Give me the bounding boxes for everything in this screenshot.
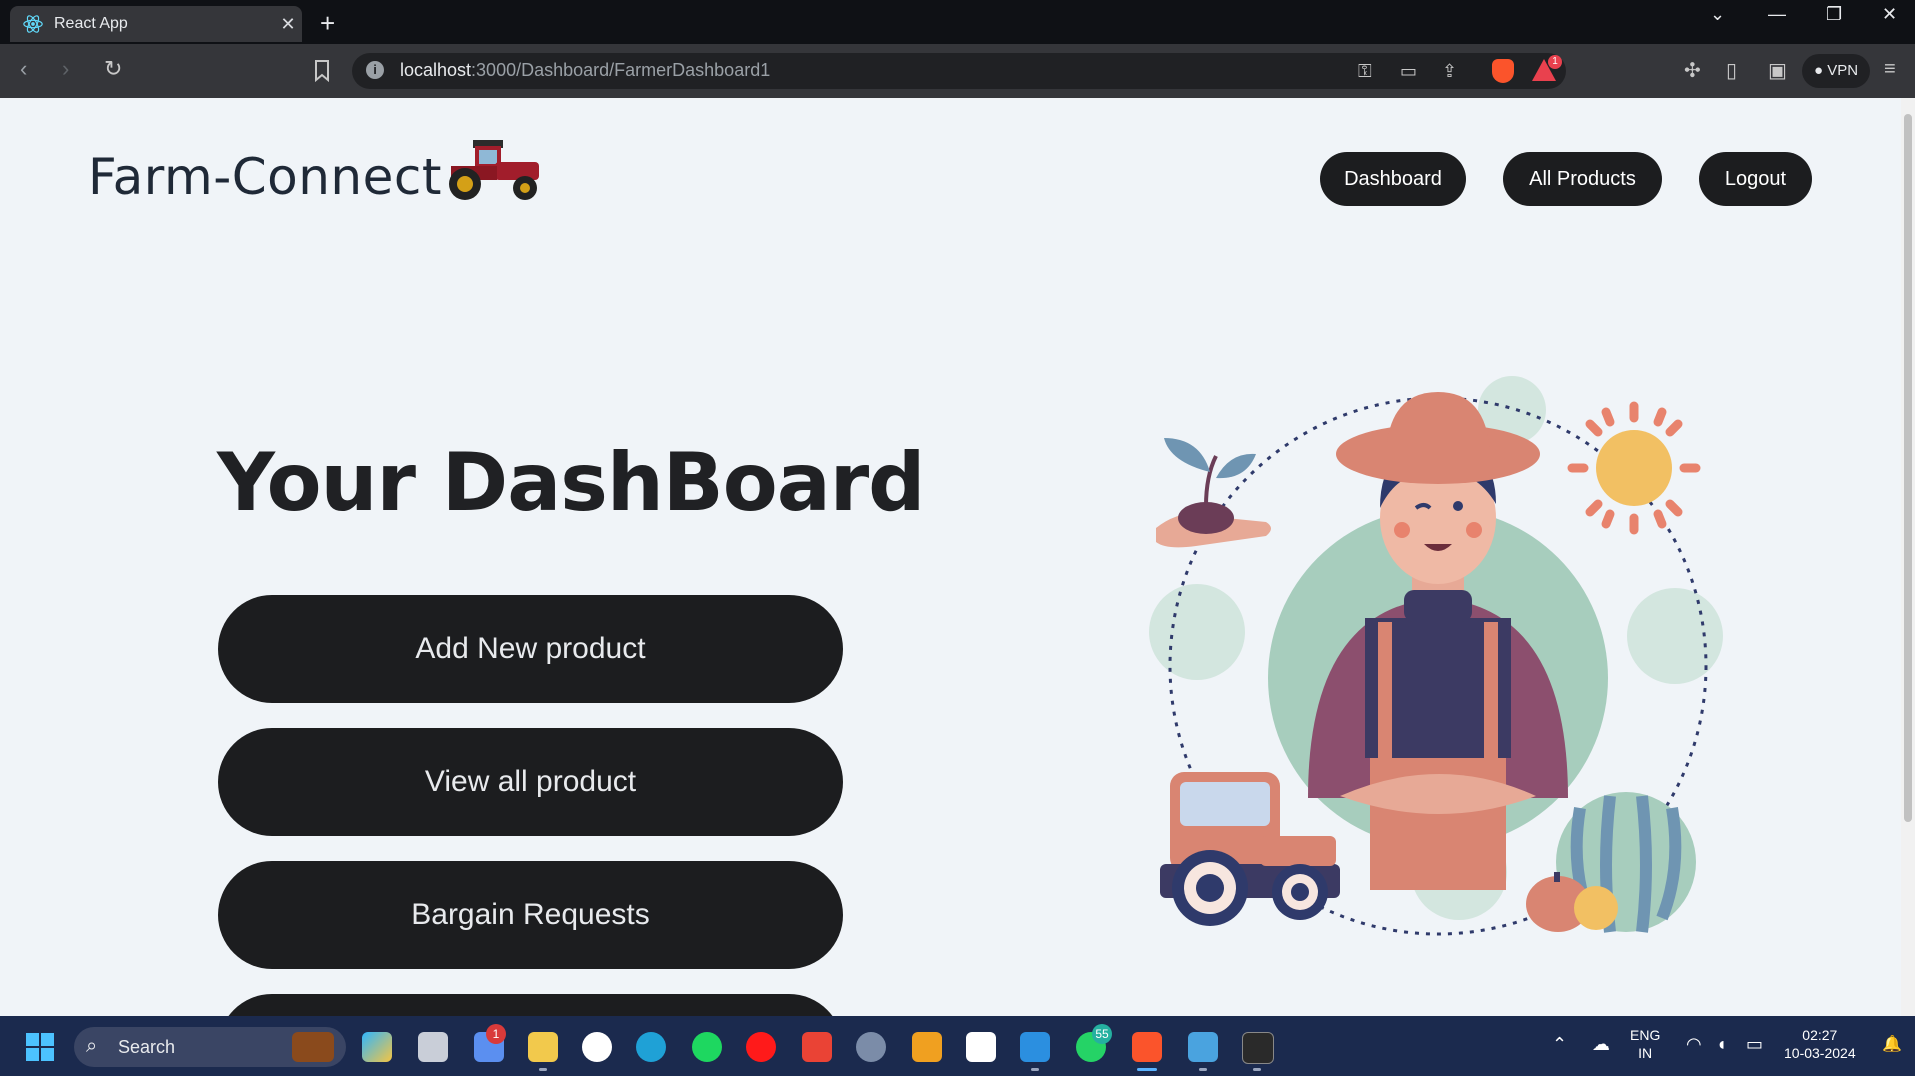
tractor-icon: [449, 140, 539, 200]
edge-icon[interactable]: [636, 1032, 666, 1062]
new-tab-button[interactable]: +: [320, 8, 335, 39]
running-indicator: [1253, 1068, 1261, 1071]
notifications-icon[interactable]: 🔔: [1882, 1034, 1902, 1054]
search-icon: ⌕: [86, 1035, 98, 1057]
cast-icon[interactable]: ▭: [1400, 61, 1417, 82]
settings-icon[interactable]: [856, 1032, 886, 1062]
search-highlight-icon: [292, 1032, 334, 1062]
terminal-icon[interactable]: [1242, 1032, 1274, 1064]
browser-toolbar: ‹ › ↻ i localhost:3000/Dashboard/FarmerD…: [0, 44, 1915, 98]
extensions-icon[interactable]: ✣: [1684, 58, 1701, 83]
onedrive-icon[interactable]: ☁: [1592, 1034, 1610, 1055]
taskbar-search-label: Search: [118, 1037, 176, 1057]
browser-tab[interactable]: React App ✕: [10, 6, 302, 42]
clock[interactable]: 02:27 10-03-2024: [1784, 1026, 1856, 1062]
tab-search-icon[interactable]: ⌄: [1710, 4, 1725, 25]
youtube-music-icon[interactable]: [746, 1032, 776, 1062]
task-view-icon[interactable]: [418, 1032, 448, 1062]
windows-taskbar: ⌕ Search 1 55 ⌃ ☁ ENG IN ◠ ◖ ▭ 02:27 10-03…: [0, 1016, 1915, 1076]
close-window-icon[interactable]: ✕: [1882, 4, 1897, 25]
google-icon[interactable]: [582, 1032, 612, 1062]
running-indicator: [1199, 1068, 1207, 1071]
nav-all-products-button[interactable]: All Products: [1503, 152, 1662, 206]
microsoft-store-icon[interactable]: [912, 1032, 942, 1062]
file-explorer-icon[interactable]: [528, 1032, 558, 1062]
taskbar-search-box[interactable]: ⌕ Search: [74, 1027, 346, 1067]
forward-icon[interactable]: ›: [62, 56, 69, 82]
action-button-4[interactable]: [218, 994, 843, 1016]
page-title: Your DashBoard: [217, 436, 925, 529]
gmail-icon[interactable]: [802, 1032, 832, 1062]
tab-title: React App: [54, 15, 128, 32]
back-icon[interactable]: ‹: [20, 56, 27, 82]
running-indicator: [1031, 1068, 1039, 1071]
notepad-icon[interactable]: [1188, 1032, 1218, 1062]
view-all-product-button[interactable]: View all product: [218, 728, 843, 836]
language-indicator[interactable]: ENG IN: [1630, 1026, 1660, 1062]
nav-dashboard-button[interactable]: Dashboard: [1320, 152, 1466, 206]
show-hidden-icons-icon[interactable]: ⌃: [1552, 1034, 1567, 1055]
weather-badge: 1: [486, 1024, 506, 1044]
reload-icon[interactable]: ↻: [104, 56, 122, 82]
wifi-icon[interactable]: ◠: [1686, 1034, 1702, 1055]
battery-icon[interactable]: ▭: [1746, 1034, 1763, 1055]
plant-in-hand-icon: [1156, 438, 1271, 548]
sidebar-icon[interactable]: ▯: [1726, 58, 1737, 83]
add-new-product-button[interactable]: Add New product: [218, 595, 843, 703]
url-text[interactable]: localhost:3000/Dashboard/FarmerDashboard…: [400, 60, 770, 81]
brave-shields-icon[interactable]: [1492, 59, 1514, 83]
whatsapp-badge: 55: [1092, 1024, 1112, 1044]
nav-logout-button[interactable]: Logout: [1699, 152, 1812, 206]
bookmark-icon[interactable]: [314, 60, 330, 82]
vpn-button[interactable]: ● VPN: [1802, 54, 1870, 88]
volume-icon[interactable]: ◖: [1716, 1034, 1727, 1055]
site-info-icon[interactable]: i: [366, 61, 384, 79]
running-indicator: [539, 1068, 547, 1071]
copilot-icon[interactable]: [362, 1032, 392, 1062]
share-icon[interactable]: ⇪: [1442, 61, 1457, 82]
key-icon[interactable]: ⚿: [1358, 61, 1372, 82]
vscode-icon[interactable]: [1020, 1032, 1050, 1062]
brave-browser-icon[interactable]: [1132, 1032, 1162, 1062]
minimize-icon[interactable]: —: [1768, 4, 1786, 25]
restore-icon[interactable]: ❐: [1826, 4, 1842, 25]
bargain-requests-button[interactable]: Bargain Requests: [218, 861, 843, 969]
close-tab-icon[interactable]: ✕: [274, 14, 302, 35]
address-bar[interactable]: i localhost:3000/Dashboard/FarmerDashboa…: [352, 53, 1566, 89]
page-content: Farm-Connect Dashboard All Products Logo…: [0, 98, 1901, 1016]
active-indicator: [1137, 1068, 1157, 1071]
farmer-illustration: [1149, 376, 1723, 936]
sun-icon: [1567, 401, 1701, 535]
browser-tabbar: React App ✕ + ⌄ — ❐ ✕: [0, 0, 1915, 44]
react-icon: [23, 15, 43, 33]
menu-icon[interactable]: ≡: [1884, 58, 1896, 81]
scrollbar-thumb[interactable]: [1904, 114, 1912, 822]
brand-title: Farm-Connect: [88, 148, 442, 206]
page-scrollbar[interactable]: [1901, 98, 1915, 1016]
notion-icon[interactable]: [966, 1032, 996, 1062]
windows-start-icon[interactable]: [26, 1033, 54, 1061]
rewards-badge: 1: [1548, 55, 1562, 69]
wallet-icon[interactable]: ▣: [1768, 58, 1787, 83]
spotify-icon[interactable]: [692, 1032, 722, 1062]
